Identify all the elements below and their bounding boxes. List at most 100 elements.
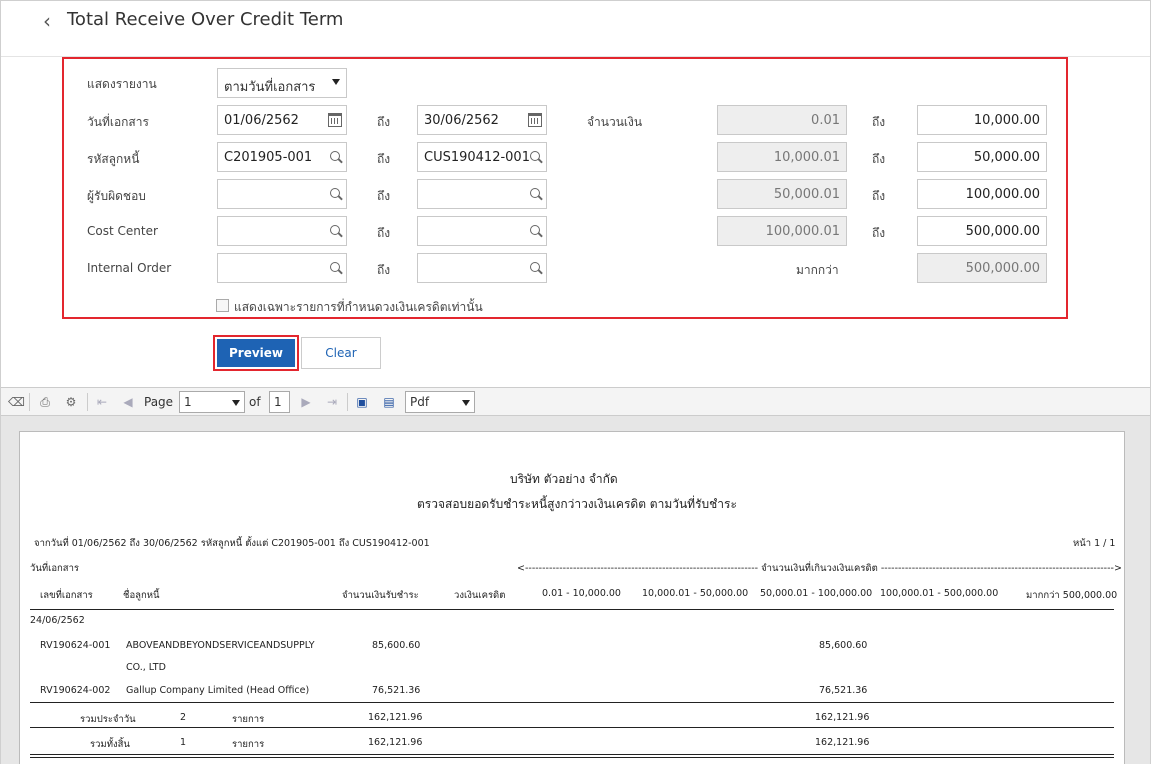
doc-date-from-value: 01/06/2562 <box>224 113 299 128</box>
search-icon[interactable] <box>530 151 540 161</box>
last-page-icon[interactable]: ⇥ <box>324 394 340 410</box>
page-header: ‹ Total Receive Over Credit Term <box>1 1 1150 57</box>
toolbar-separator <box>29 393 30 411</box>
to-label: ถึง <box>377 189 391 203</box>
double-rule-bottom <box>30 757 1114 758</box>
daily-total-unit: รายการ <box>232 714 265 725</box>
col-amount: จำนวนเงินรับชำระ <box>342 590 419 601</box>
range4-to-input[interactable]: 500,000.00 <box>917 216 1047 246</box>
report-criteria: จากวันที่ 01/06/2562 ถึง 30/06/2562 รหัส… <box>34 538 430 549</box>
table-row-range-3: 76,521.36 <box>819 685 868 696</box>
header-rule <box>30 609 1114 610</box>
customer-from-value: C201905-001 <box>224 150 313 165</box>
grand-total-label: รวมทั้งสิ้น <box>90 739 130 750</box>
table-row-doc: RV190624-001 <box>40 640 111 651</box>
customer-to-input[interactable]: CUS190412-001 <box>417 142 547 172</box>
page-number-select[interactable]: 1 <box>179 391 245 413</box>
eraser-icon[interactable]: ⌫ <box>8 394 25 410</box>
amount-label: จำนวนเงิน <box>587 115 643 129</box>
table-row-name: ABOVEANDBEYONDSERVICEANDSUPPLY <box>126 640 315 651</box>
total-rule <box>30 727 1114 728</box>
doc-date-to-value: 30/06/2562 <box>424 113 499 128</box>
search-icon[interactable] <box>530 225 540 235</box>
doc-date-to-input[interactable]: 30/06/2562 <box>417 105 547 135</box>
first-page-icon[interactable]: ⇤ <box>94 394 110 410</box>
report-type-value: ตามวันที่เอกสาร <box>224 80 316 95</box>
clear-button[interactable]: Clear <box>301 337 381 369</box>
more-than-input: 500,000.00 <box>917 253 1047 283</box>
page-label: Page <box>144 395 174 409</box>
toolbar-separator <box>347 393 348 411</box>
responsible-from-input[interactable] <box>217 179 347 209</box>
customer-to-value: CUS190412-001 <box>424 150 530 165</box>
to-label: ถึง <box>377 115 391 129</box>
next-page-icon[interactable]: ▶ <box>298 394 314 410</box>
page-number-value: 1 <box>184 395 192 409</box>
back-chevron-icon[interactable]: ‹ <box>43 9 51 33</box>
credit-limit-only-checkbox[interactable] <box>216 299 229 312</box>
of-label: of <box>249 395 261 409</box>
more-than-label: มากกว่า <box>796 263 839 277</box>
export-format-select[interactable]: Pdf <box>405 391 475 413</box>
print-setup-icon[interactable]: ⚙ <box>63 394 79 410</box>
to-label: ถึง <box>377 226 391 240</box>
daily-total-amount: 162,121.96 <box>368 712 423 723</box>
col-range-1: 0.01 - 10,000.00 <box>542 588 621 599</box>
report-toolbar: ⌫ ⎙ ⚙ ⇤ ◀ Page 1 of 1 ▶ ⇥ ▣ ▤ Pdf <box>1 387 1150 415</box>
save-icon[interactable]: ▣ <box>354 394 370 410</box>
daily-total-count: 2 <box>180 712 187 723</box>
col-range-3: 50,000.01 - 100,000.00 <box>760 588 873 599</box>
report-viewer[interactable]: บริษัท ตัวอย่าง จำกัด ตรวจสอบยอดรับชำระห… <box>1 415 1150 764</box>
doc-date-label: วันที่เอกสาร <box>87 115 149 129</box>
search-icon[interactable] <box>330 188 340 198</box>
daily-total-label: รวมประจำวัน <box>80 714 136 725</box>
page-title: Total Receive Over Credit Term <box>67 9 344 30</box>
search-icon[interactable] <box>330 262 340 272</box>
group-date: 24/06/2562 <box>30 615 85 626</box>
table-row-amount: 85,600.60 <box>372 640 421 651</box>
range3-to-input[interactable]: 100,000.00 <box>917 179 1047 209</box>
range3-from-input: 50,000.01 <box>717 179 847 209</box>
export-icon[interactable]: ▤ <box>381 394 397 410</box>
search-icon[interactable] <box>330 151 340 161</box>
internal-order-label: Internal Order <box>87 261 172 275</box>
preview-button[interactable]: Preview <box>213 335 299 371</box>
search-icon[interactable] <box>330 225 340 235</box>
total-pages-box: 1 <box>269 391 290 413</box>
to-label: ถึง <box>872 189 886 203</box>
range2-to-input[interactable]: 50,000.00 <box>917 142 1047 172</box>
to-label: ถึง <box>872 115 886 129</box>
search-icon[interactable] <box>530 188 540 198</box>
internal-order-to-input[interactable] <box>417 253 547 283</box>
table-row-range-3: 85,600.60 <box>819 640 868 651</box>
range1-to-input[interactable]: 10,000.00 <box>917 105 1047 135</box>
print-icon[interactable]: ⎙ <box>37 394 53 410</box>
customer-from-input[interactable]: C201905-001 <box>217 142 347 172</box>
calendar-icon[interactable] <box>328 113 342 127</box>
customer-code-label: รหัสลูกหนี้ <box>87 152 140 166</box>
table-row-name-cont: CO., LTD <box>126 662 166 673</box>
to-label: ถึง <box>377 152 391 166</box>
prev-page-icon[interactable]: ◀ <box>120 394 136 410</box>
to-label: ถึง <box>872 226 886 240</box>
internal-order-from-input[interactable] <box>217 253 347 283</box>
grand-total-count: 1 <box>180 737 187 748</box>
report-company: บริษัท ตัวอย่าง จำกัด <box>510 472 618 486</box>
table-row-name: Gallup Company Limited (Head Office) <box>126 685 310 696</box>
doc-date-from-input[interactable]: 01/06/2562 <box>217 105 347 135</box>
export-format-value: Pdf <box>410 395 430 409</box>
col-range-5: มากกว่า 500,000.00 <box>1026 590 1118 601</box>
cost-center-from-input[interactable] <box>217 216 347 246</box>
col-doc-no: เลขที่เอกสาร <box>40 590 93 601</box>
credit-limit-only-label[interactable]: แสดงเฉพาะรายการที่กำหนดวงเงินเครดิตเท่าน… <box>234 298 483 317</box>
dropdown-caret-icon <box>462 400 470 406</box>
daily-total-range-3: 162,121.96 <box>815 712 870 723</box>
dropdown-caret-icon <box>332 79 340 85</box>
calendar-icon[interactable] <box>528 113 542 127</box>
report-type-select[interactable]: ตามวันที่เอกสาร <box>217 68 347 98</box>
cost-center-to-input[interactable] <box>417 216 547 246</box>
search-icon[interactable] <box>530 262 540 272</box>
table-row-doc: RV190624-002 <box>40 685 111 696</box>
range2-from-input: 10,000.01 <box>717 142 847 172</box>
responsible-to-input[interactable] <box>417 179 547 209</box>
